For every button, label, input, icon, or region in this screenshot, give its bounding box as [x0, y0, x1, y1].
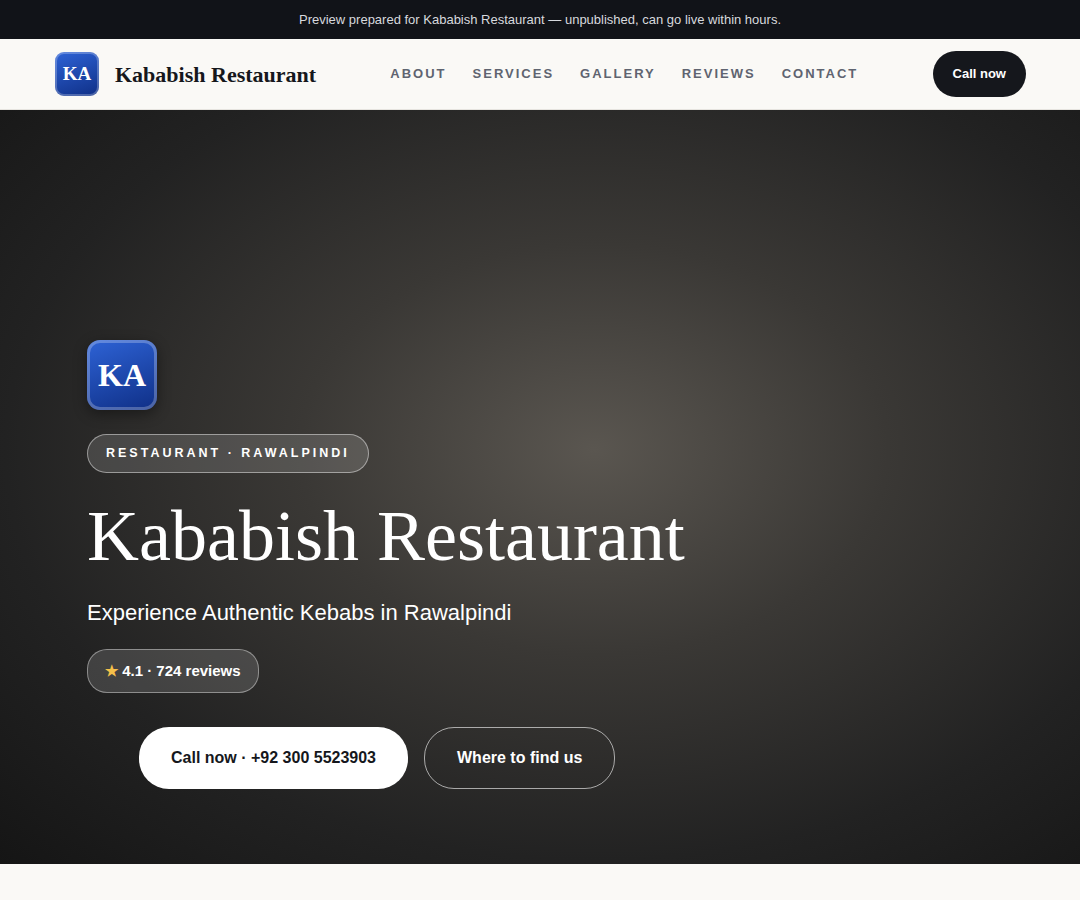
nav-link[interactable]: CONTACT	[782, 64, 859, 84]
rating-text: 4.1 · 724 reviews	[122, 662, 240, 679]
hero-logo-text: KA	[98, 351, 146, 399]
hero-subtitle: Experience Authentic Kebabs in Rawalpind…	[87, 596, 1040, 629]
brand[interactable]: KA Kababish Restaurant	[55, 52, 316, 96]
logo-text: KA	[63, 60, 92, 89]
hero-logo-icon: KA	[87, 340, 157, 410]
category-badge: RESTAURANT · RAWALPINDI	[87, 434, 369, 473]
location-button[interactable]: Where to find us	[424, 727, 615, 789]
banner-text: Preview prepared for Kababish Restaurant…	[299, 10, 781, 30]
nav-link[interactable]: GALLERY	[580, 64, 656, 84]
hero-actions: Call now · +92 300 5523903 Where to find …	[87, 727, 1040, 789]
nav-link[interactable]: REVIEWS	[682, 64, 756, 84]
brand-name[interactable]: Kababish Restaurant	[115, 58, 316, 91]
navbar: KA Kababish Restaurant ABOUT SERVICES GALL…	[0, 39, 1080, 110]
hero-title: Kababish Restaurant	[87, 497, 1040, 576]
nav-link[interactable]: SERVICES	[473, 64, 555, 84]
logo-icon[interactable]: KA	[55, 52, 99, 96]
rating-pill: ★ 4.1 · 724 reviews	[87, 649, 259, 694]
star-icon: ★	[105, 662, 118, 679]
preview-banner: Preview prepared for Kababish Restaurant…	[0, 0, 1080, 39]
call-button[interactable]: Call now	[933, 51, 1026, 97]
nav-link[interactable]: ABOUT	[390, 64, 446, 84]
call-phone-button[interactable]: Call now · +92 300 5523903	[139, 727, 408, 789]
hero: KA RESTAURANT · RAWALPINDI Kababish Rest…	[0, 110, 1080, 864]
nav-links: ABOUT SERVICES GALLERY REVIEWS CONTACT	[390, 64, 858, 84]
